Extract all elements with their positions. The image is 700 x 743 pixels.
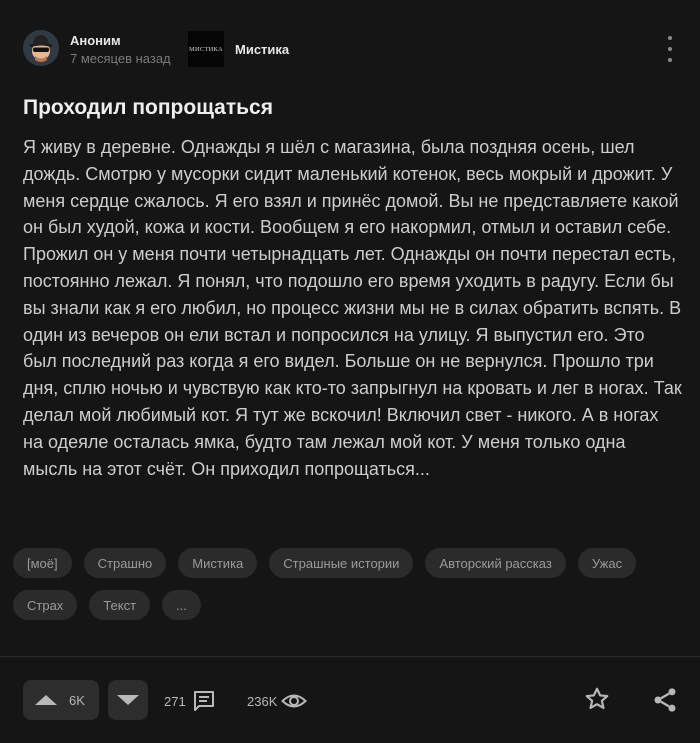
tag-uzhas[interactable]: Ужас [577,548,637,578]
more-tags-button[interactable]: ... [162,590,201,620]
tag-list: [моё] Страшно Мистика Страшные истории А… [13,548,693,632]
post-header: Аноним 7 месяцев назад МИСТИКА Мистика [0,0,700,90]
eye-icon [281,694,308,708]
triangle-down-icon [117,695,139,705]
tag-avtorskiy-rasskaz[interactable]: Авторский рассказ [425,548,566,578]
comment-icon [193,691,214,711]
star-icon[interactable] [584,686,610,712]
action-bar: 6K 271 236K [0,680,700,722]
anonymous-avatar-icon[interactable] [23,30,59,66]
triangle-up-icon [35,695,57,705]
tag-moyo[interactable]: [моё] [13,548,72,578]
tag-row: [моё] Страшно Мистика Страшные истории А… [13,548,693,578]
tag-strashnye-istorii[interactable]: Страшные истории [269,548,414,578]
views-counter: 236K [247,689,308,713]
view-count: 236K [247,693,278,709]
tag-strashno[interactable]: Страшно [83,548,167,578]
comment-count: 271 [164,693,186,709]
tag-mistika[interactable]: Мистика [178,548,258,578]
more-vertical-icon[interactable] [660,36,680,62]
tag-tekst[interactable]: Текст [89,590,151,620]
upvote-button[interactable]: 6K [23,680,99,720]
community-name[interactable]: Мистика [235,42,289,57]
tag-strakh[interactable]: Страх [13,590,78,620]
share-icon[interactable] [651,686,679,714]
author-name[interactable]: Аноним [70,33,121,48]
comments-button[interactable]: 271 [164,689,216,713]
community-logo[interactable]: МИСТИКА [188,31,224,67]
upvote-count: 6K [69,692,85,708]
downvote-button[interactable] [108,680,148,720]
divider [0,656,700,657]
post-time: 7 месяцев назад [70,51,171,66]
post-title[interactable]: Проходил попрощаться [23,96,273,120]
tag-row: Страх Текст ... [13,590,693,620]
post-body: Я живу в деревне. Однажды я шёл с магази… [23,137,682,479]
